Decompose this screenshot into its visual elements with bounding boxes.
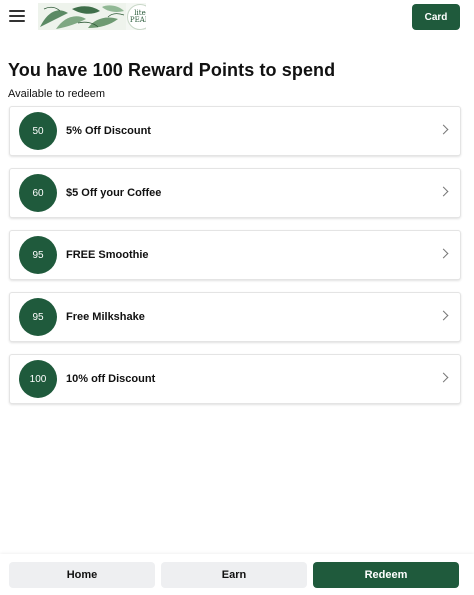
reward-item[interactable]: 95 FREE Smoothie bbox=[9, 230, 461, 280]
reward-item[interactable]: 100 10% off Discount bbox=[9, 354, 461, 404]
reward-label: FREE Smoothie bbox=[66, 249, 149, 261]
nav-earn-button[interactable]: Earn bbox=[161, 562, 307, 588]
logo[interactable]: lite PEAR bbox=[38, 3, 146, 30]
hamburger-line bbox=[9, 15, 25, 17]
chevron-right-icon bbox=[438, 186, 449, 197]
reward-item[interactable]: 50 5% Off Discount bbox=[9, 106, 461, 156]
points-badge: 95 bbox=[19, 298, 57, 336]
points-badge: 100 bbox=[19, 360, 57, 398]
reward-label: Free Milkshake bbox=[66, 311, 145, 323]
chevron-right-icon bbox=[438, 372, 449, 383]
nav-home-button[interactable]: Home bbox=[9, 562, 155, 588]
section-subtitle: Available to redeem bbox=[8, 88, 106, 100]
hamburger-icon[interactable] bbox=[9, 10, 25, 22]
reward-label: $5 Off your Coffee bbox=[66, 187, 162, 199]
reward-item[interactable]: 60 $5 Off your Coffee bbox=[9, 168, 461, 218]
reward-label: 10% off Discount bbox=[66, 373, 156, 385]
app-header: lite PEAR Card bbox=[0, 0, 474, 36]
chevron-right-icon bbox=[438, 124, 449, 135]
reward-item[interactable]: 95 Free Milkshake bbox=[9, 292, 461, 342]
bottom-nav: Home Earn Redeem bbox=[0, 554, 474, 595]
reward-label: 5% Off Discount bbox=[66, 125, 151, 137]
hamburger-line bbox=[9, 10, 25, 12]
logo-leaf-art bbox=[38, 3, 126, 30]
points-badge: 95 bbox=[19, 236, 57, 274]
nav-redeem-button[interactable]: Redeem bbox=[313, 562, 459, 588]
card-button[interactable]: Card bbox=[412, 4, 460, 30]
rewards-list: 50 5% Off Discount 60 $5 Off your Coffee… bbox=[9, 106, 461, 416]
chevron-right-icon bbox=[438, 310, 449, 321]
points-badge: 60 bbox=[19, 174, 57, 212]
points-badge: 50 bbox=[19, 112, 57, 150]
logo-badge: lite PEAR bbox=[127, 4, 146, 30]
page-title: You have 100 Reward Points to spend bbox=[8, 60, 336, 80]
chevron-right-icon bbox=[438, 248, 449, 259]
hamburger-line bbox=[9, 20, 25, 22]
